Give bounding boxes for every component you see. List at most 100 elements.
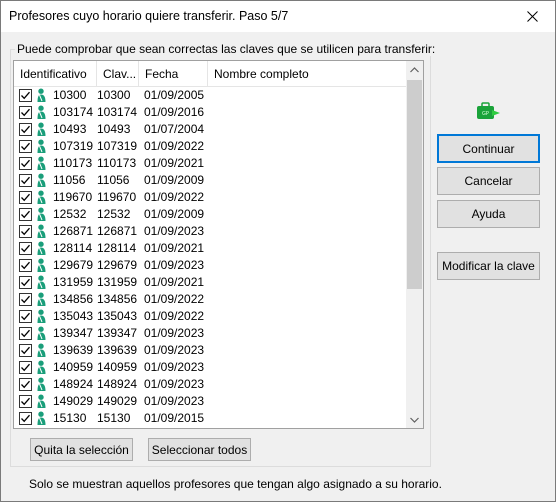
cell-identificativo: 149029 [53, 394, 94, 408]
list-item[interactable]: 129679 129679 01/09/2023 [14, 257, 407, 274]
person-icon [37, 173, 46, 187]
row-checkbox[interactable] [19, 259, 32, 272]
transfer-app-icon: GP [477, 102, 500, 119]
person-icon [37, 207, 46, 221]
person-icon [37, 122, 46, 136]
row-checkbox[interactable] [19, 89, 32, 102]
cell-fecha: 01/09/2023 [144, 360, 205, 374]
list-item[interactable]: 110173 110173 01/09/2021 [14, 155, 407, 172]
list-item[interactable]: 135043 135043 01/09/2022 [14, 308, 407, 325]
list-item[interactable]: 11056 11056 01/09/2009 [14, 172, 407, 189]
cell-identificativo: 126871 [53, 224, 94, 238]
row-checkbox[interactable] [19, 242, 32, 255]
cell-fecha: 01/09/2015 [144, 411, 205, 425]
continuar-button[interactable]: Continuar [437, 134, 540, 163]
cell-fecha: 01/09/2023 [144, 343, 205, 357]
cell-fecha: 01/09/2023 [144, 224, 205, 238]
row-checkbox[interactable] [19, 276, 32, 289]
row-checkbox[interactable] [19, 395, 32, 408]
list-item[interactable]: 103174 103174 01/09/2016 [14, 104, 407, 121]
row-checkbox[interactable] [19, 412, 32, 425]
list-item[interactable]: 12532 12532 01/09/2009 [14, 206, 407, 223]
column-header-identificativo[interactable]: Identificativo [14, 61, 97, 87]
cell-clave: 119670 [97, 190, 137, 204]
checkmark-icon [21, 329, 30, 338]
list-item[interactable]: 15130 15130 01/09/2015 [14, 410, 407, 427]
cancelar-button[interactable]: Cancelar [437, 167, 540, 195]
cell-fecha: 01/09/2009 [144, 173, 205, 187]
cell-clave: 12532 [97, 207, 131, 221]
row-checkbox[interactable] [19, 140, 32, 153]
teacher-list[interactable]: Identificativo Clav... Fecha Nombre comp… [13, 60, 424, 429]
cell-clave: 110173 [97, 156, 137, 170]
checkmark-icon [21, 346, 30, 355]
checkmark-icon [21, 380, 30, 389]
cell-clave: 139347 [97, 326, 138, 340]
list-item[interactable]: 148924 148924 01/09/2023 [14, 376, 407, 393]
person-icon [37, 88, 46, 102]
scroll-up-button[interactable] [406, 61, 423, 78]
cell-identificativo: 139347 [53, 326, 94, 340]
cell-fecha: 01/09/2009 [144, 207, 205, 221]
row-checkbox[interactable] [19, 310, 32, 323]
cell-fecha: 01/09/2016 [144, 105, 205, 119]
close-icon [526, 11, 538, 22]
checkmark-icon [21, 397, 30, 406]
list-item[interactable]: 131959 131959 01/09/2021 [14, 274, 407, 291]
row-checkbox[interactable] [19, 361, 32, 374]
row-checkbox[interactable] [19, 123, 32, 136]
chevron-up-icon [410, 66, 419, 72]
cell-clave: 134856 [97, 292, 138, 306]
row-checkbox[interactable] [19, 174, 32, 187]
list-item[interactable]: 10493 10493 01/07/2004 [14, 121, 407, 138]
cell-fecha: 01/09/2005 [144, 88, 205, 102]
row-checkbox[interactable] [19, 106, 32, 119]
cell-clave: 140959 [97, 360, 138, 374]
person-icon [37, 275, 46, 289]
list-item[interactable]: 119670 119670 01/09/2022 [14, 189, 407, 206]
checkmark-icon [21, 142, 30, 151]
row-checkbox[interactable] [19, 208, 32, 221]
svg-text:GP: GP [482, 111, 489, 117]
quitar-seleccion-button[interactable]: Quita la selección [30, 438, 133, 461]
list-item[interactable]: 140959 140959 01/09/2023 [14, 359, 407, 376]
cell-identificativo: 12532 [53, 207, 87, 221]
list-item[interactable]: 107319 107319 01/09/2022 [14, 138, 407, 155]
cell-clave: 131959 [97, 275, 138, 289]
row-checkbox[interactable] [19, 344, 32, 357]
cell-identificativo: 134856 [53, 292, 94, 306]
row-checkbox[interactable] [19, 157, 32, 170]
scroll-down-button[interactable] [406, 411, 423, 428]
row-checkbox[interactable] [19, 378, 32, 391]
list-item[interactable]: 139347 139347 01/09/2023 [14, 325, 407, 342]
column-header-nombre[interactable]: Nombre completo [208, 61, 407, 87]
list-item[interactable]: 149029 149029 01/09/2023 [14, 393, 407, 410]
row-checkbox[interactable] [19, 327, 32, 340]
close-button[interactable] [509, 1, 555, 32]
list-item[interactable]: 134856 134856 01/09/2022 [14, 291, 407, 308]
column-header-fecha[interactable]: Fecha [139, 61, 208, 87]
vertical-scrollbar[interactable] [406, 61, 423, 428]
scroll-thumb[interactable] [407, 80, 422, 289]
cell-clave: 148924 [97, 377, 138, 391]
cell-identificativo: 140959 [53, 360, 94, 374]
title-bar[interactable]: Profesores cuyo horario quiere transferi… [1, 1, 555, 32]
list-item[interactable]: 139639 139639 01/09/2023 [14, 342, 407, 359]
checkmark-icon [21, 193, 30, 202]
cell-fecha: 01/09/2022 [144, 190, 205, 204]
list-item[interactable]: 128114 128114 01/09/2021 [14, 240, 407, 257]
modificar-clave-button[interactable]: Modificar la clave [437, 252, 540, 280]
row-checkbox[interactable] [19, 293, 32, 306]
cell-clave: 15130 [97, 411, 131, 425]
list-item[interactable]: 126871 126871 01/09/2023 [14, 223, 407, 240]
row-checkbox[interactable] [19, 225, 32, 238]
column-header-clave[interactable]: Clav... [97, 61, 139, 87]
person-icon [37, 292, 46, 306]
cell-identificativo: 135043 [53, 309, 94, 323]
ayuda-button[interactable]: Ayuda [437, 200, 540, 228]
checkmark-icon [21, 210, 30, 219]
cell-fecha: 01/09/2023 [144, 394, 205, 408]
list-item[interactable]: 10300 10300 01/09/2005 [14, 87, 407, 104]
row-checkbox[interactable] [19, 191, 32, 204]
seleccionar-todos-button[interactable]: Seleccionar todos [148, 438, 251, 461]
